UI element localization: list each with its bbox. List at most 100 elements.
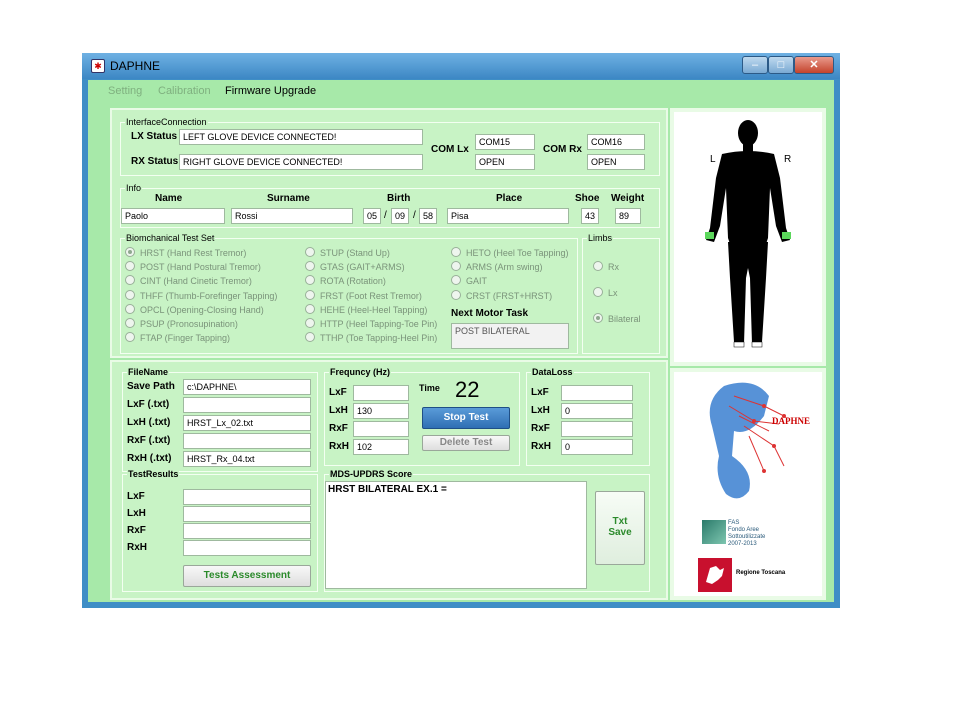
loss-lxh-field[interactable]: 0 <box>561 403 633 419</box>
birth-year-field[interactable]: 58 <box>419 208 437 224</box>
close-button[interactable]: ✕ <box>794 56 834 74</box>
radio-circle-icon[interactable] <box>125 318 135 328</box>
delete-test-button[interactable]: Delete Test <box>422 435 510 451</box>
radio-circle-icon[interactable] <box>125 303 135 314</box>
radio-option[interactable]: GAIT <box>451 275 487 286</box>
menu-calibration[interactable]: Calibration <box>158 85 211 97</box>
loss-lxf-field[interactable] <box>561 385 633 401</box>
radio-label: Bilateral <box>608 314 641 324</box>
stop-test-button[interactable]: Stop Test <box>422 407 510 429</box>
rxf-file-field[interactable] <box>183 433 311 449</box>
radio-circle-icon[interactable] <box>451 247 461 257</box>
toscana-logo-icon <box>698 558 732 592</box>
radio-option[interactable]: OPCL (Opening-Closing Hand) <box>125 303 264 315</box>
human-body-icon <box>705 120 791 348</box>
menu-firmware-upgrade[interactable]: Firmware Upgrade <box>225 85 316 97</box>
shoe-field[interactable]: 43 <box>581 208 599 224</box>
freq-lxf-field[interactable] <box>353 385 409 401</box>
radio-option[interactable]: ARMS (Arm swing) <box>451 261 543 272</box>
freq-lxh-field[interactable]: 130 <box>353 403 409 419</box>
birth-day-field[interactable]: 05 <box>363 208 381 224</box>
radio-option[interactable]: POST (Hand Postural Tremor) <box>125 261 261 272</box>
radio-option[interactable]: ROTA (Rotation) <box>305 275 386 286</box>
minimize-button[interactable]: – <box>742 56 768 74</box>
radio-circle-icon[interactable] <box>125 289 135 300</box>
result-lxf-field[interactable] <box>183 489 311 505</box>
radio-option[interactable]: HRST (Hand Rest Tremor) <box>125 247 246 258</box>
com-rx-state-field[interactable]: OPEN <box>587 154 645 170</box>
radio-circle-icon[interactable] <box>593 287 603 297</box>
radio-circle-icon[interactable] <box>305 247 315 257</box>
radio-label: FTAP (Finger Tapping) <box>140 333 231 344</box>
toscana-logo-text: Regione Toscana <box>736 570 786 576</box>
lx-status-field[interactable]: LEFT GLOVE DEVICE CONNECTED! <box>179 129 423 145</box>
next-motor-task-field[interactable]: POST BILATERAL <box>451 323 569 349</box>
app-icon: ✱ <box>91 59 105 73</box>
radio-circle-icon[interactable] <box>451 275 461 286</box>
radio-circle-icon[interactable] <box>305 289 315 300</box>
menu-setting[interactable]: Setting <box>108 85 142 97</box>
radio-option[interactable]: Bilateral <box>593 313 641 324</box>
radio-circle-icon[interactable] <box>125 247 135 257</box>
rx-status-field[interactable]: RIGHT GLOVE DEVICE CONNECTED! <box>179 154 423 170</box>
radio-option[interactable]: CRST (FRST+HRST) <box>451 289 552 301</box>
radio-circle-icon[interactable] <box>305 275 315 286</box>
radio-circle-icon[interactable] <box>593 313 603 323</box>
com-rx-port-field[interactable]: COM16 <box>587 134 645 150</box>
result-lxh-field[interactable] <box>183 506 311 522</box>
place-field[interactable]: Pisa <box>447 208 569 224</box>
rxh-file-field[interactable]: HRST_Rx_04.txt <box>183 451 311 467</box>
lxh-file-field[interactable]: HRST_Lx_02.txt <box>183 415 311 431</box>
loss-rxf-field[interactable] <box>561 421 633 437</box>
name-field[interactable]: Paolo <box>121 208 225 224</box>
test-results-title: TestResults <box>127 469 180 479</box>
radio-option[interactable]: HEHE (Heel-Heel Tapping) <box>305 303 428 315</box>
weight-field[interactable]: 89 <box>615 208 641 224</box>
radio-circle-icon[interactable] <box>125 261 135 272</box>
time-value: 22 <box>455 377 480 402</box>
radio-option[interactable]: FRST (Foot Rest Tremor) <box>305 289 422 301</box>
radio-label: CINT (Hand Cinetic Tremor) <box>140 276 252 287</box>
tests-assessment-button[interactable]: Tests Assessment <box>183 565 311 587</box>
title-bar[interactable]: ✱ DAPHNE – □ ✕ <box>82 53 840 79</box>
radio-option[interactable]: THFF (Thumb-Forefinger Tapping) <box>125 289 277 301</box>
radio-circle-icon[interactable] <box>305 318 315 328</box>
radio-option[interactable]: Lx <box>593 287 618 298</box>
lxf-file-field[interactable] <box>183 397 311 413</box>
radio-circle-icon[interactable] <box>305 261 315 272</box>
radio-circle-icon[interactable] <box>125 332 135 343</box>
info-title: Info <box>125 183 143 193</box>
radio-option[interactable]: PSUP (Pronosupination) <box>125 318 238 329</box>
radio-circle-icon[interactable] <box>125 275 135 286</box>
radio-option[interactable]: HETO (Heel Toe Tapping) <box>451 247 569 258</box>
birth-month-field[interactable]: 09 <box>391 208 409 224</box>
radio-circle-icon[interactable] <box>593 261 603 271</box>
radio-label: HEHE (Heel-Heel Tapping) <box>320 304 428 315</box>
radio-circle-icon[interactable] <box>451 289 461 300</box>
radio-option[interactable]: Rx <box>593 261 619 272</box>
test-set-title: Biomchanical Test Set <box>125 233 216 243</box>
surname-field[interactable]: Rossi <box>231 208 353 224</box>
result-rxf-field[interactable] <box>183 523 311 539</box>
rx-status-label: RX Status <box>131 156 179 167</box>
maximize-button[interactable]: □ <box>768 56 794 74</box>
com-lx-state-field[interactable]: OPEN <box>475 154 535 170</box>
score-textarea[interactable]: HRST BILATERAL EX.1 = <box>325 481 587 589</box>
radio-option[interactable]: CINT (Hand Cinetic Tremor) <box>125 275 252 286</box>
radio-option[interactable]: GTAS (GAIT+ARMS) <box>305 261 405 272</box>
txt-save-button[interactable]: Txt Save <box>595 491 645 565</box>
radio-option[interactable]: TTHP (Toe Tapping-Heel Pin) <box>305 332 437 343</box>
radio-option[interactable]: FTAP (Finger Tapping) <box>125 332 230 343</box>
freq-rxh-field[interactable]: 102 <box>353 439 409 455</box>
radio-circle-icon[interactable] <box>305 303 315 314</box>
radio-circle-icon[interactable] <box>305 332 315 343</box>
radio-circle-icon[interactable] <box>451 261 461 272</box>
radio-option[interactable]: STUP (Stand Up) <box>305 247 390 258</box>
freq-rxf-field[interactable] <box>353 421 409 437</box>
radio-option[interactable]: HTTP (Heel Tapping-Toe Pin) <box>305 318 437 329</box>
com-lx-port-field[interactable]: COM15 <box>475 134 535 150</box>
save-path-field[interactable]: c:\DAPHNE\ <box>183 379 311 395</box>
result-rxh-field[interactable] <box>183 540 311 556</box>
loss-rxh-field[interactable]: 0 <box>561 439 633 455</box>
save-path-label: Save Path <box>127 381 175 392</box>
